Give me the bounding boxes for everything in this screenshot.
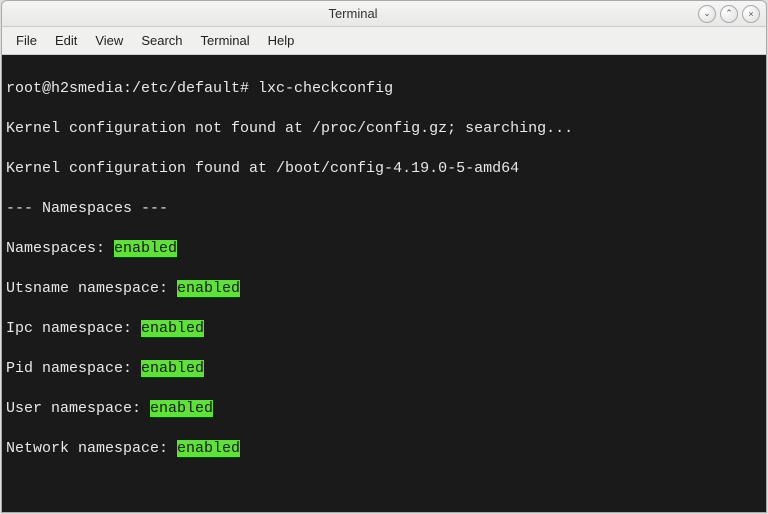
output-line: Ipc namespace: enabled	[6, 319, 762, 339]
status-enabled: enabled	[177, 440, 240, 457]
output-line: root@h2smedia:/etc/default# lxc-checkcon…	[6, 79, 762, 99]
output-line: Kernel configuration not found at /proc/…	[6, 119, 762, 139]
output-line: Namespaces: enabled	[6, 239, 762, 259]
label: Namespaces:	[6, 240, 114, 257]
status-enabled: enabled	[141, 360, 204, 377]
blank-line	[6, 479, 762, 499]
status-enabled: enabled	[141, 320, 204, 337]
menu-terminal[interactable]: Terminal	[193, 31, 258, 50]
close-button[interactable]: ×	[742, 5, 760, 23]
status-enabled: enabled	[114, 240, 177, 257]
status-enabled: enabled	[150, 400, 213, 417]
label: User namespace:	[6, 400, 150, 417]
menu-edit[interactable]: Edit	[47, 31, 85, 50]
maximize-button[interactable]: ⌃	[720, 5, 738, 23]
prompt: root@h2smedia:/etc/default#	[6, 80, 258, 97]
output-line: Pid namespace: enabled	[6, 359, 762, 379]
titlebar[interactable]: Terminal ⌄ ⌃ ×	[2, 1, 766, 27]
window-title: Terminal	[8, 6, 698, 21]
terminal-window: Terminal ⌄ ⌃ × File Edit View Search Ter…	[1, 0, 767, 513]
close-icon: ×	[748, 9, 753, 19]
window-buttons: ⌄ ⌃ ×	[698, 5, 760, 23]
command: lxc-checkconfig	[258, 80, 393, 97]
label: Utsname namespace:	[6, 280, 177, 297]
label: Network namespace:	[6, 440, 177, 457]
label: Pid namespace:	[6, 360, 141, 377]
chevron-down-icon: ⌄	[703, 8, 711, 19]
menu-search[interactable]: Search	[133, 31, 190, 50]
terminal-body[interactable]: root@h2smedia:/etc/default# lxc-checkcon…	[2, 55, 766, 512]
menu-file[interactable]: File	[8, 31, 45, 50]
label: Ipc namespace:	[6, 320, 141, 337]
menubar: File Edit View Search Terminal Help	[2, 27, 766, 55]
chevron-up-icon: ⌃	[725, 8, 733, 19]
status-enabled: enabled	[177, 280, 240, 297]
output-line: Network namespace: enabled	[6, 439, 762, 459]
output-line: Kernel configuration found at /boot/conf…	[6, 159, 762, 179]
minimize-button[interactable]: ⌄	[698, 5, 716, 23]
menu-help[interactable]: Help	[260, 31, 303, 50]
menu-view[interactable]: View	[87, 31, 131, 50]
output-line: User namespace: enabled	[6, 399, 762, 419]
section-header: --- Namespaces ---	[6, 199, 762, 219]
output-line: Utsname namespace: enabled	[6, 279, 762, 299]
